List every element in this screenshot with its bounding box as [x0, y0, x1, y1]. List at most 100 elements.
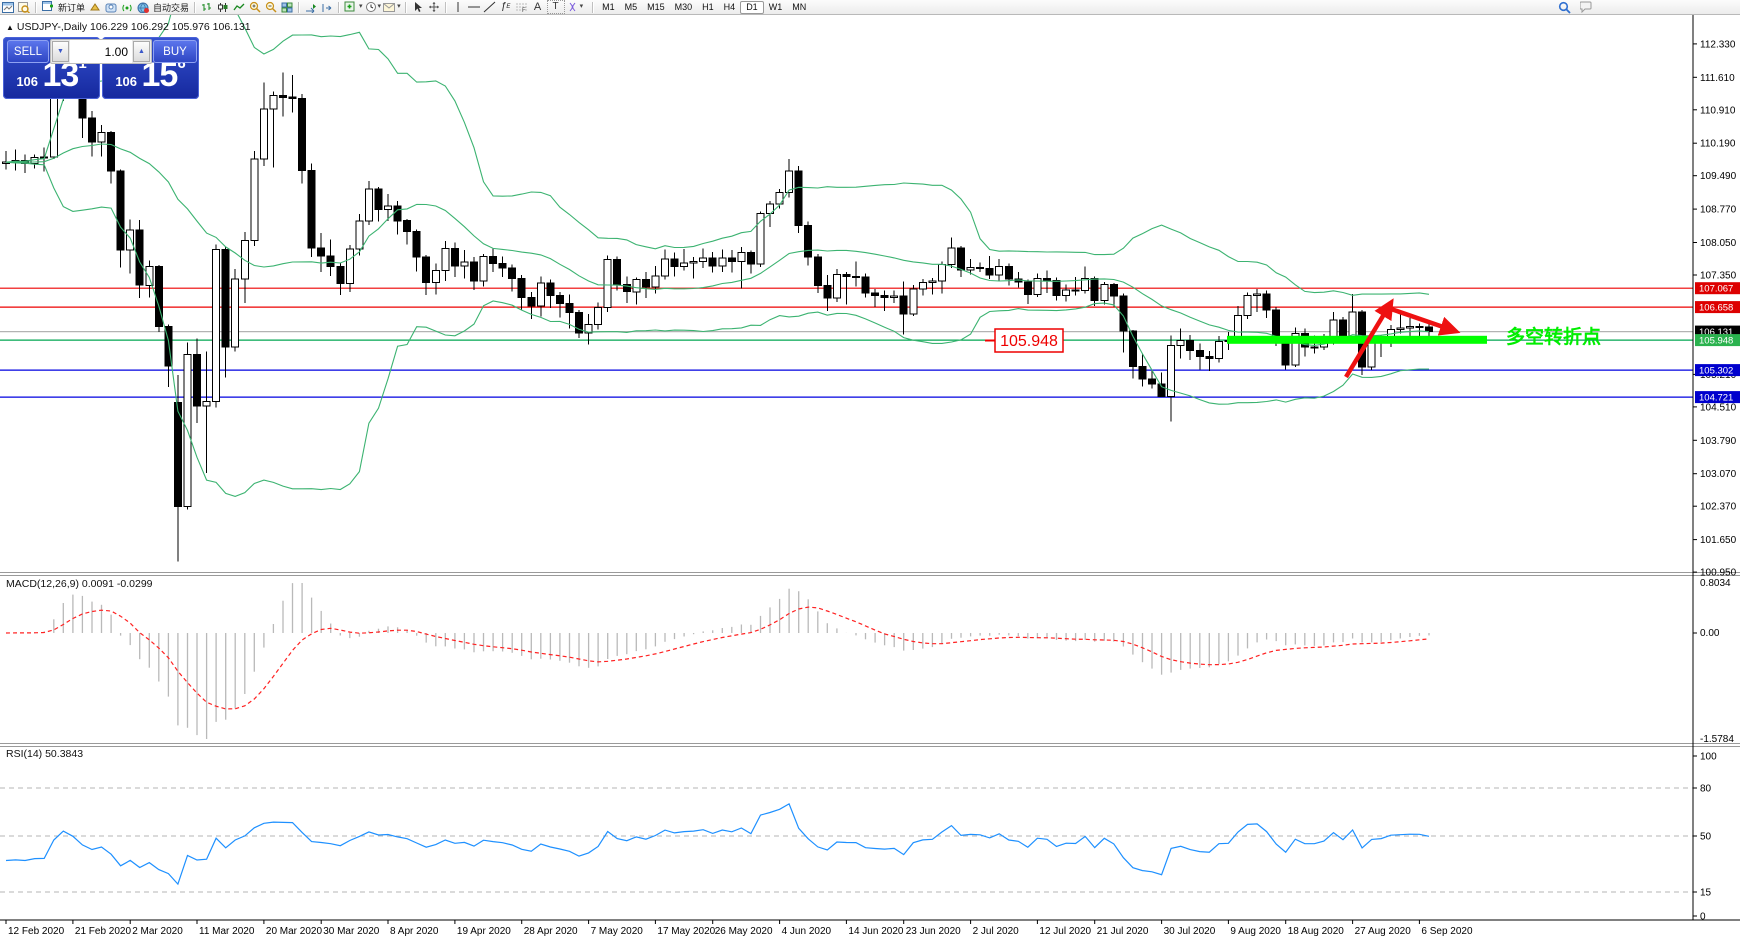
accounts-icon[interactable] — [104, 1, 118, 13]
tab-timeframe-w1[interactable]: W1 — [764, 1, 788, 13]
tab-timeframe-d1[interactable]: D1 — [740, 1, 764, 14]
svg-text:15: 15 — [1700, 888, 1712, 899]
bar-chart-icon[interactable] — [200, 1, 214, 13]
volume-up-button[interactable]: ▲ — [133, 41, 150, 62]
svg-text:101.650: 101.650 — [1700, 535, 1737, 546]
search-icon[interactable] — [1557, 1, 1571, 13]
svg-text:26 May 2020: 26 May 2020 — [715, 926, 773, 937]
chat-icon[interactable] — [1580, 1, 1594, 13]
tab-timeframe-mn[interactable]: MN — [787, 1, 811, 13]
svg-text:RSI(14) 50.3843: RSI(14) 50.3843 — [6, 748, 83, 760]
svg-text:30 Jul 2020: 30 Jul 2020 — [1164, 926, 1216, 937]
history-icon[interactable] — [88, 1, 102, 13]
fibonacci-icon[interactable]: ƒE — [499, 1, 513, 13]
svg-text:8 Apr 2020: 8 Apr 2020 — [390, 926, 439, 937]
sell-price-figure: 106 — [16, 74, 38, 89]
new-chart-icon[interactable] — [1, 1, 15, 13]
svg-text:103.790: 103.790 — [1700, 436, 1737, 447]
svg-text:27 Aug 2020: 27 Aug 2020 — [1355, 926, 1412, 937]
svg-text:2 Jul 2020: 2 Jul 2020 — [973, 926, 1020, 937]
chart-preview-icon[interactable] — [17, 1, 31, 13]
svg-text:110.910: 110.910 — [1700, 105, 1736, 116]
svg-text:21 Jul 2020: 21 Jul 2020 — [1097, 926, 1149, 937]
svg-text:19 Apr 2020: 19 Apr 2020 — [457, 926, 511, 937]
svg-text:28 Apr 2020: 28 Apr 2020 — [524, 926, 578, 937]
grid-tool-icon[interactable]: F — [515, 1, 529, 13]
autotrade-icon[interactable] — [136, 1, 150, 13]
svg-text:100: 100 — [1700, 752, 1717, 763]
svg-text:2 Mar 2020: 2 Mar 2020 — [132, 926, 183, 937]
svg-text:多空转折点: 多空转折点 — [1506, 325, 1601, 348]
sell-button[interactable]: SELL — [7, 40, 49, 63]
tab-timeframe-m5[interactable]: M5 — [620, 1, 643, 13]
svg-text:20 Mar 2020: 20 Mar 2020 — [266, 926, 323, 937]
label-tool-icon[interactable]: T — [547, 0, 565, 14]
svg-text:104.721: 104.721 — [1699, 393, 1733, 404]
svg-text:7 May 2020: 7 May 2020 — [591, 926, 644, 937]
autoscroll-icon[interactable] — [304, 1, 318, 13]
chart-canvas[interactable]: 多空转折点105.948112.330111.610110.910110.190… — [0, 14, 1740, 938]
svg-text:108.770: 108.770 — [1700, 205, 1737, 216]
svg-text:107.067: 107.067 — [1699, 284, 1733, 295]
svg-text:F: F — [522, 8, 526, 13]
line-chart-icon[interactable] — [232, 1, 246, 13]
svg-text:103.070: 103.070 — [1700, 469, 1737, 480]
svg-text:30 Mar 2020: 30 Mar 2020 — [323, 926, 380, 937]
svg-text:105.302: 105.302 — [1699, 366, 1733, 377]
new-order-button[interactable]: 新订单 — [58, 1, 85, 14]
candle-chart-icon[interactable] — [216, 1, 230, 13]
cursor-icon[interactable] — [411, 1, 425, 13]
svg-text:100.950: 100.950 — [1700, 568, 1737, 579]
horizontal-line-icon[interactable] — [467, 1, 481, 13]
buy-button[interactable]: BUY — [153, 40, 197, 63]
volume-down-button[interactable]: ▼ — [52, 41, 69, 62]
svg-text:12 Feb 2020: 12 Feb 2020 — [8, 926, 65, 937]
svg-text:12 Jul 2020: 12 Jul 2020 — [1039, 926, 1091, 937]
svg-text:0: 0 — [1700, 912, 1706, 923]
one-click-trading-panel: 106 131 106 156 SELL BUY ▼ ▲ — [3, 37, 199, 99]
text-tool-glyph: A — [534, 2, 541, 12]
autotrade-button[interactable]: 自动交易 — [153, 1, 189, 14]
svg-text:0.00: 0.00 — [1700, 628, 1720, 639]
ohlc-info-text: USDJPY-,Daily 106.229 106.292 105.976 10… — [17, 21, 251, 33]
tab-timeframe-h4[interactable]: H4 — [719, 1, 741, 13]
indicators-icon[interactable]: ▾ — [344, 1, 363, 13]
tab-timeframe-m1[interactable]: M1 — [597, 1, 620, 13]
svg-text:104.510: 104.510 — [1700, 402, 1737, 413]
chart-shift-icon[interactable] — [320, 1, 334, 13]
tab-timeframe-h1[interactable]: H1 — [697, 1, 719, 13]
svg-text:4 Jun 2020: 4 Jun 2020 — [782, 926, 832, 937]
svg-text:17 May 2020: 17 May 2020 — [657, 926, 715, 937]
periods-icon[interactable]: ▾ — [365, 1, 382, 13]
trendline-icon[interactable] — [483, 1, 497, 13]
crosshair-icon[interactable] — [427, 1, 441, 13]
svg-text:9 Aug 2020: 9 Aug 2020 — [1230, 926, 1281, 937]
collapse-icon[interactable]: ▲ — [6, 23, 14, 32]
svg-text:112.330: 112.330 — [1700, 39, 1736, 50]
tab-timeframe-m15[interactable]: M15 — [642, 1, 670, 13]
main-toolbar: 新订单 自动交易 ▾ ▾ ▾ ƒE — [0, 0, 1740, 15]
svg-text:110.190: 110.190 — [1700, 139, 1736, 150]
buy-price-figure: 106 — [115, 74, 137, 89]
label-tool-glyph: T — [553, 2, 559, 12]
svg-text:14 Jun 2020: 14 Jun 2020 — [848, 926, 903, 937]
new-order-icon[interactable] — [41, 1, 55, 13]
symbol-info-line: ▲USDJPY-,Daily 106.229 106.292 105.976 1… — [6, 21, 251, 33]
svg-text:111.610: 111.610 — [1700, 73, 1735, 84]
text-tool-icon[interactable]: A — [531, 1, 545, 13]
volume-input[interactable] — [70, 40, 132, 63]
zoom-out-icon[interactable] — [264, 1, 278, 13]
arrows-tool-icon[interactable]: ▾ — [567, 1, 584, 13]
svg-text:108.050: 108.050 — [1700, 238, 1737, 249]
templates-icon[interactable]: ▾ — [383, 1, 401, 13]
tile-windows-icon[interactable] — [280, 1, 294, 13]
zoom-in-icon[interactable] — [248, 1, 262, 13]
svg-text:MACD(12,26,9) 0.0091 -0.0299: MACD(12,26,9) 0.0091 -0.0299 — [6, 578, 153, 590]
signals-icon[interactable] — [120, 1, 134, 13]
svg-text:102.370: 102.370 — [1700, 502, 1737, 513]
svg-text:18 Aug 2020: 18 Aug 2020 — [1288, 926, 1345, 937]
vertical-line-icon[interactable] — [451, 1, 465, 13]
tab-timeframe-m30[interactable]: M30 — [670, 1, 698, 13]
svg-text:80: 80 — [1700, 784, 1712, 795]
volume-control: ▼ ▲ — [50, 39, 152, 64]
